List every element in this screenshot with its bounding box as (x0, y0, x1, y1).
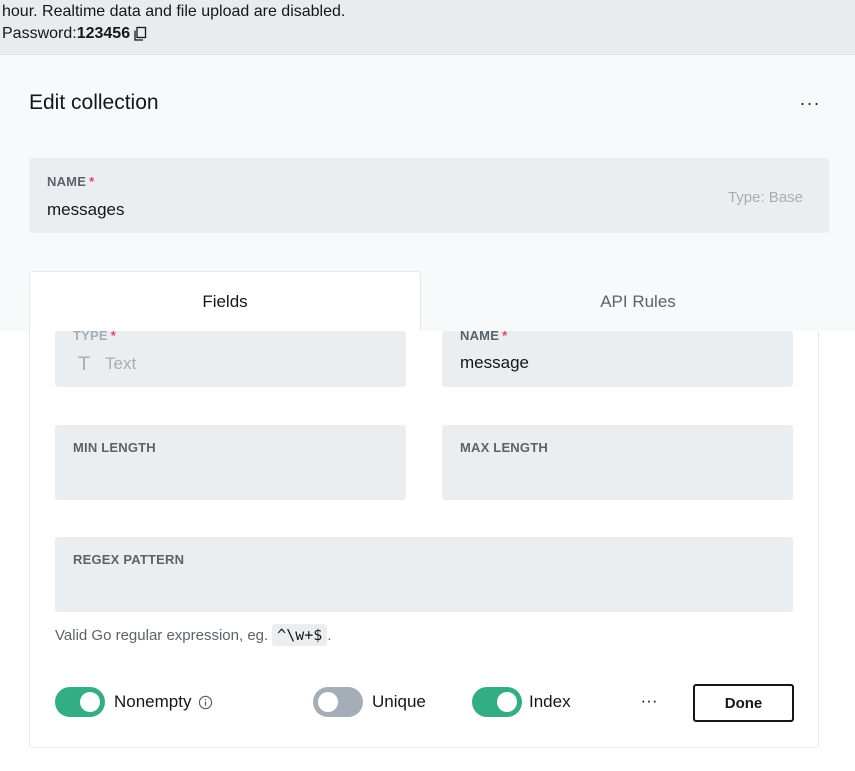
max-length-label: MAX LENGTH (460, 440, 548, 455)
field-type-label: TYPE * (73, 328, 117, 343)
info-icon[interactable] (198, 695, 213, 710)
password-label: Password: (2, 25, 77, 42)
done-button[interactable]: Done (693, 684, 794, 722)
collection-name-label: NAME * (47, 174, 95, 189)
field-name-input[interactable]: message (460, 353, 529, 373)
nonempty-toggle-row: Nonempty (55, 686, 213, 718)
index-label: Index (529, 692, 571, 711)
field-more-button[interactable]: ··· (635, 689, 663, 713)
copy-icon[interactable] (132, 26, 148, 42)
regex-pattern-label: REGEX PATTERN (73, 552, 185, 567)
password-value: 123456 (76, 25, 131, 42)
regex-pattern-input[interactable]: REGEX PATTERN (55, 537, 793, 612)
index-toggle[interactable] (472, 687, 522, 717)
max-length-input[interactable]: MAX LENGTH (442, 425, 793, 500)
tabs: Fields API Rules (29, 271, 855, 332)
min-length-label: MIN LENGTH (73, 440, 156, 455)
field-options-card: TYPE * T Text NAME * message MIN LENGTH MA… (29, 328, 819, 748)
text-type-icon: T (78, 353, 90, 375)
page-title: Edit collection (29, 91, 159, 114)
field-type-value: T Text (78, 353, 137, 375)
unique-toggle-row: Unique (313, 686, 426, 718)
panel-more-button[interactable]: ··· (796, 91, 824, 115)
banner-password: Password: 123456 (2, 24, 148, 44)
banner-message: hour. Realtime data and file upload are … (2, 3, 346, 20)
collection-type-hint: Type: Base (727, 189, 803, 206)
field-type-select: TYPE * T Text (55, 328, 406, 387)
panel-header: Edit collection ··· NAME * messages Type:… (0, 54, 855, 332)
min-length-input[interactable]: MIN LENGTH (55, 425, 406, 500)
nonempty-toggle[interactable] (55, 687, 105, 717)
tab-fields[interactable]: Fields (29, 271, 421, 332)
demo-banner: hour. Realtime data and file upload are … (0, 0, 855, 54)
nonempty-label: Nonempty (114, 692, 192, 711)
collection-name-field[interactable]: NAME * messages Type: Base (29, 158, 829, 233)
unique-label: Unique (372, 692, 426, 711)
regex-hint: Valid Go regular expression, eg. ^\w+$ . (55, 624, 332, 646)
field-name-field[interactable]: NAME * message (442, 328, 793, 387)
collection-name-input[interactable]: messages (47, 200, 124, 220)
required-mark: * (89, 174, 95, 189)
regex-example: ^\w+$ (272, 624, 328, 646)
index-toggle-row: Index (472, 686, 571, 718)
tab-api-rules[interactable]: API Rules (421, 271, 855, 332)
unique-toggle[interactable] (313, 687, 363, 717)
field-name-label: NAME * (460, 328, 508, 343)
